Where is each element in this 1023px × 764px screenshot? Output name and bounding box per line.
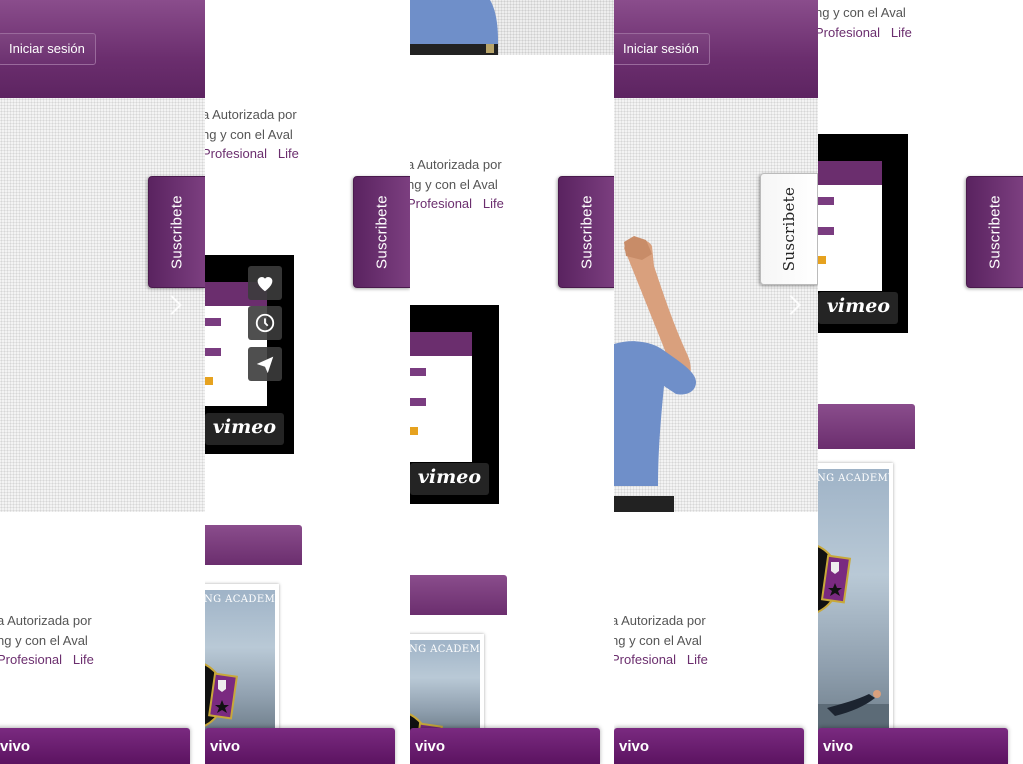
- paper-plane-icon: [256, 356, 274, 374]
- intro-text: a Autorizada por ng y con el Aval Profes…: [614, 611, 708, 670]
- academy-card[interactable]: NG ACADEMY: [410, 634, 484, 734]
- academy-badge-icon: [818, 545, 852, 613]
- site-header: Iniciar sesión: [614, 0, 818, 99]
- login-button[interactable]: Iniciar sesión: [0, 33, 96, 65]
- login-button[interactable]: Iniciar sesión: [614, 33, 710, 65]
- subscribe-tab[interactable]: Suscribete: [353, 176, 410, 288]
- live-bar-label: vivo: [0, 738, 31, 755]
- subscribe-label: Suscribete: [578, 195, 596, 269]
- live-bar[interactable]: vivo: [818, 728, 1008, 764]
- live-bar[interactable]: vivo: [0, 728, 190, 764]
- life-link[interactable]: Life: [483, 196, 504, 211]
- subscribe-tab[interactable]: Suscribete: [966, 176, 1023, 288]
- video-frame: [818, 161, 882, 291]
- live-bar[interactable]: vivo: [614, 728, 804, 764]
- clock-icon: [255, 313, 275, 333]
- profesional-link[interactable]: Profesional: [0, 652, 62, 667]
- academy-image: NG ACADEMY: [818, 469, 889, 734]
- person-photo: [410, 0, 498, 55]
- academy-card[interactable]: NG ACADEMY: [818, 463, 893, 734]
- intro-text: a Autorizada por ng y con el Aval Profes…: [0, 611, 94, 670]
- academy-image: NG ACADEMY: [410, 640, 480, 734]
- vimeo-logo[interactable]: vimeo: [205, 413, 284, 445]
- section-header: [410, 575, 507, 615]
- life-link[interactable]: Life: [278, 146, 299, 161]
- panel-4: Iniciar sesión Suscribete a Autorizada p…: [614, 0, 818, 764]
- live-bar[interactable]: vivo: [410, 728, 600, 764]
- site-header: Iniciar sesión: [0, 0, 205, 99]
- subscribe-label: Suscribete: [986, 195, 1004, 269]
- section-header: [818, 404, 915, 449]
- profesional-link[interactable]: Profesional: [818, 25, 880, 40]
- life-link[interactable]: Life: [891, 25, 912, 40]
- panel-2: a Autorizada por ng y con el Aval Profes…: [205, 0, 410, 764]
- profesional-link[interactable]: Profesional: [205, 146, 267, 161]
- life-link[interactable]: Life: [687, 652, 708, 667]
- intro-text: a Autorizada por ng y con el Aval Profes…: [205, 105, 299, 164]
- watch-later-button[interactable]: [248, 306, 282, 340]
- video-embed[interactable]: vimeo: [410, 305, 499, 504]
- section-header: [205, 525, 302, 565]
- video-embed[interactable]: vimeo: [205, 255, 294, 454]
- video-frame: [205, 282, 267, 406]
- academy-image: NG ACADEMY: [205, 590, 275, 734]
- vimeo-logo[interactable]: vimeo: [410, 463, 489, 495]
- video-embed[interactable]: vimeo: [818, 134, 908, 333]
- vimeo-logo[interactable]: vimeo: [818, 292, 898, 324]
- panel-1: Iniciar sesión Suscribete a Autorizada p…: [0, 0, 205, 764]
- subscribe-label: Suscribete: [780, 186, 798, 272]
- live-bar-label: vivo: [823, 738, 854, 755]
- live-bar-label: vivo: [415, 738, 446, 755]
- person-photo: [614, 236, 696, 512]
- subscribe-tab[interactable]: Suscribete: [148, 176, 205, 288]
- academy-card[interactable]: NG ACADEMY: [205, 584, 279, 734]
- subscribe-label: Suscribete: [373, 195, 391, 269]
- video-frame: [410, 332, 472, 462]
- live-bar-label: vivo: [210, 738, 241, 755]
- heart-icon: [257, 277, 273, 292]
- panel-3: a Autorizada por ng y con el Aval Profes…: [410, 0, 614, 764]
- intro-text: a Autorizada por ng y con el Aval Profes…: [410, 155, 504, 214]
- subscribe-tab[interactable]: Suscribete: [760, 173, 818, 285]
- life-link[interactable]: Life: [73, 652, 94, 667]
- profesional-link[interactable]: Profesional: [410, 196, 472, 211]
- profesional-link[interactable]: Profesional: [614, 652, 676, 667]
- like-button[interactable]: [248, 266, 282, 300]
- subscribe-label: Suscribete: [168, 195, 186, 269]
- live-bar-label: vivo: [619, 738, 650, 755]
- panel-5: ng y con el Aval Profesional Life vimeo …: [818, 0, 1023, 764]
- intro-text: ng y con el Aval Profesional Life: [818, 3, 912, 42]
- subscribe-tab[interactable]: Suscribete: [558, 176, 614, 288]
- live-bar[interactable]: vivo: [205, 728, 395, 764]
- share-button[interactable]: [248, 347, 282, 381]
- person-photo: [818, 690, 889, 734]
- academy-badge-icon: [205, 663, 238, 727]
